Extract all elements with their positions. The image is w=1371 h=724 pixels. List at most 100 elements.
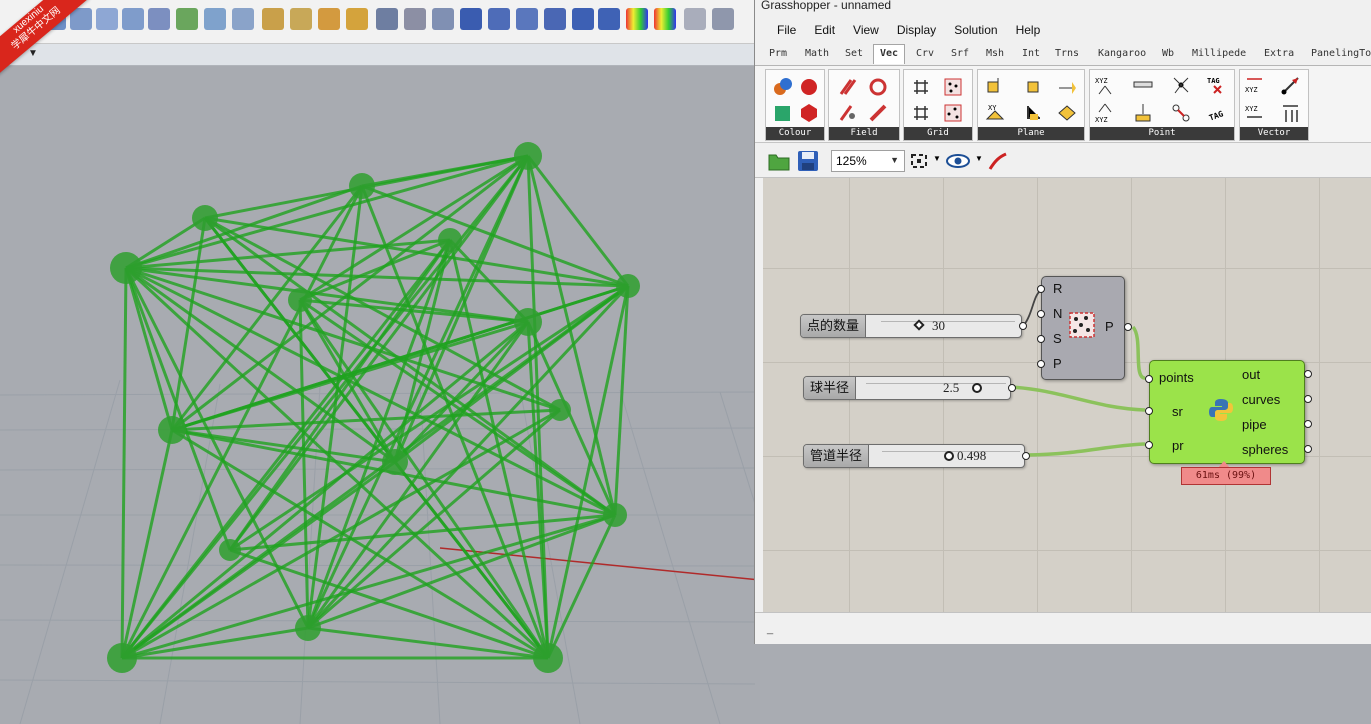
tab-kangaroo[interactable]: Kangaroo xyxy=(1098,48,1146,59)
preview-eye-icon[interactable] xyxy=(945,152,971,170)
toolbar-tool-icon[interactable] xyxy=(96,8,118,30)
point-project-icon[interactable] xyxy=(1132,102,1154,124)
toolbar-tool-icon[interactable] xyxy=(488,8,510,30)
toolbar-tool-icon[interactable] xyxy=(684,8,706,30)
plane-normal-icon[interactable] xyxy=(1056,76,1078,98)
populate-component[interactable]: R N S P P xyxy=(1037,276,1132,380)
plane-align-icon[interactable] xyxy=(1022,76,1044,98)
plane-rotate-icon[interactable] xyxy=(1056,102,1078,124)
chevron-down-icon[interactable]: ▼ xyxy=(933,154,941,163)
vector-amplitude-icon[interactable] xyxy=(1280,102,1302,124)
colour-box-icon[interactable] xyxy=(772,102,794,124)
toolbar-tool-icon[interactable] xyxy=(176,8,198,30)
chevron-down-icon[interactable]: ▼ xyxy=(975,154,983,163)
menu-file[interactable]: File xyxy=(769,20,804,42)
tab-math[interactable]: Math xyxy=(805,48,829,59)
grid-populate-3d-icon[interactable] xyxy=(942,102,964,124)
sketch-pen-icon[interactable] xyxy=(987,151,1009,171)
menu-solution[interactable]: Solution xyxy=(946,20,1005,42)
toolbar-tool-icon[interactable] xyxy=(404,8,426,30)
zoom-extents-icon[interactable] xyxy=(909,152,929,170)
input-port-sr[interactable] xyxy=(1145,407,1153,415)
input-port-n[interactable] xyxy=(1037,310,1045,318)
toolbar-tool-icon[interactable] xyxy=(460,8,482,30)
viewport-title-bar[interactable]: e ▼ xyxy=(0,44,760,66)
slider-point-count[interactable]: 点的数量 30 xyxy=(800,314,1027,338)
toolbar-tool-icon[interactable] xyxy=(262,8,284,30)
toolbar-tool-icon[interactable] xyxy=(204,8,226,30)
open-folder-icon[interactable] xyxy=(767,150,791,172)
tab-vec[interactable]: Vec xyxy=(873,44,906,64)
point-closest-icon[interactable] xyxy=(1170,74,1192,96)
toolbar-tool-icon[interactable] xyxy=(148,8,170,30)
point-tag-icon[interactable]: TAG xyxy=(1206,74,1228,96)
plane-fit-icon[interactable] xyxy=(1022,102,1044,124)
toolbar-tool-icon[interactable] xyxy=(376,8,398,30)
slider-output-port[interactable] xyxy=(1019,322,1027,330)
toolbar-tool-icon[interactable] xyxy=(432,8,454,30)
tab-trns[interactable]: Trns xyxy=(1055,48,1079,59)
tab-msh[interactable]: Msh xyxy=(986,48,1004,59)
menu-edit[interactable]: Edit xyxy=(806,20,843,42)
menu-display[interactable]: Display xyxy=(889,20,944,42)
toolbar-tool-icon[interactable] xyxy=(290,8,312,30)
menu-view[interactable]: View xyxy=(845,20,887,42)
menu-help[interactable]: Help xyxy=(1008,20,1049,42)
vector-2pt-icon[interactable] xyxy=(1280,74,1302,96)
slider-knob[interactable] xyxy=(944,451,954,461)
tab-set[interactable]: Set xyxy=(845,48,863,59)
toolbar-tool-icon[interactable] xyxy=(318,8,340,30)
toolbar-tool-icon[interactable] xyxy=(122,8,144,30)
tab-crv[interactable]: Crv xyxy=(916,48,934,59)
field-spin-icon[interactable] xyxy=(867,76,889,98)
tab-int[interactable]: Int xyxy=(1022,48,1040,59)
colour-sphere-icon[interactable] xyxy=(798,76,820,98)
tab-wb[interactable]: Wb xyxy=(1162,48,1174,59)
tab-panelingtools[interactable]: PanelingTo xyxy=(1311,48,1371,59)
grid-square-icon[interactable] xyxy=(910,102,932,124)
slider-pipe-radius[interactable]: 管道半径 0.498 xyxy=(803,444,1030,468)
grasshopper-canvas[interactable]: 点的数量 30 球半径 2.5 管道半径 0.498 R N S P P poi… xyxy=(763,178,1371,612)
point-deconstruct-icon[interactable]: XYZ xyxy=(1094,102,1116,124)
vector-deconstruct-icon[interactable]: XYZ xyxy=(1244,102,1266,124)
output-port-out[interactable] xyxy=(1304,370,1312,378)
python-component[interactable]: points sr pr out curves pipe spheres xyxy=(1145,360,1312,464)
colour-component-icon[interactable] xyxy=(772,76,794,98)
point-construct-icon[interactable]: XYZ xyxy=(1094,74,1116,96)
slider-knob[interactable] xyxy=(972,383,982,393)
output-port-pipe[interactable] xyxy=(1304,420,1312,428)
slider-sphere-radius[interactable]: 球半径 2.5 xyxy=(803,376,1016,400)
input-port-points[interactable] xyxy=(1145,375,1153,383)
tab-millipede[interactable]: Millipede xyxy=(1192,48,1246,59)
toolbar-tool-icon[interactable] xyxy=(712,8,734,30)
toolbar-tool-icon[interactable] xyxy=(516,8,538,30)
grid-rect-icon[interactable] xyxy=(910,76,932,98)
colour-hex-icon[interactable] xyxy=(798,102,820,124)
perspective-viewport[interactable] xyxy=(0,66,760,724)
toolbar-tool-icon[interactable] xyxy=(232,8,254,30)
output-port-spheres[interactable] xyxy=(1304,445,1312,453)
toolbar-tool-icon[interactable] xyxy=(346,8,368,30)
toolbar-tool-icon[interactable] xyxy=(572,8,594,30)
toolbar-tool-icon[interactable] xyxy=(598,8,620,30)
field-point-icon[interactable] xyxy=(837,102,859,124)
point-distance-icon[interactable] xyxy=(1132,74,1154,96)
point-cull-icon[interactable] xyxy=(1170,102,1192,124)
toolbar-tool-icon[interactable] xyxy=(654,8,676,30)
toolbar-tool-icon[interactable] xyxy=(626,8,648,30)
tab-extra[interactable]: Extra xyxy=(1264,48,1294,59)
field-magnet-icon[interactable] xyxy=(837,76,859,98)
save-icon[interactable] xyxy=(797,150,819,172)
vector-xyz-icon[interactable]: XYZ xyxy=(1244,74,1266,96)
field-line-icon[interactable] xyxy=(867,102,889,124)
slider-output-port[interactable] xyxy=(1008,384,1016,392)
input-port-pr[interactable] xyxy=(1145,441,1153,449)
tab-srf[interactable]: Srf xyxy=(951,48,969,59)
slider-output-port[interactable] xyxy=(1022,452,1030,460)
zoom-dropdown[interactable]: 125% ▼ xyxy=(831,150,905,172)
plane-origin-icon[interactable] xyxy=(984,76,1006,98)
point-text-tag-icon[interactable]: TAG xyxy=(1206,102,1228,124)
input-port-p[interactable] xyxy=(1037,360,1045,368)
output-port-curves[interactable] xyxy=(1304,395,1312,403)
grid-populate-icon[interactable] xyxy=(942,76,964,98)
